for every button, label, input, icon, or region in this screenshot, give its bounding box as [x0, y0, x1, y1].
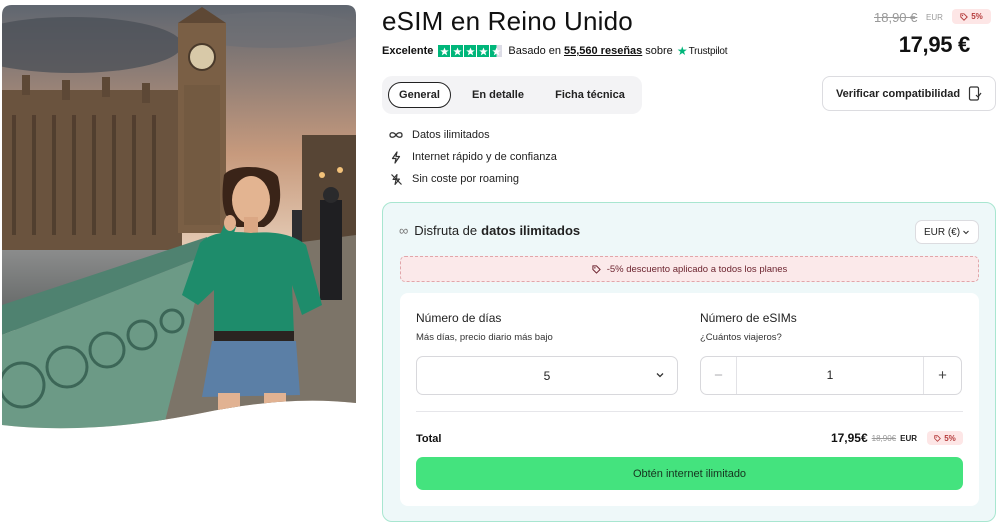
star-icon [464, 45, 477, 57]
star-icon [438, 45, 451, 57]
esims-label: Número de eSIMs [700, 311, 797, 325]
esims-quantity-value[interactable]: 1 [737, 368, 923, 382]
plan-card: ∞ Disfruta de datos ilimitados EUR (€) -… [382, 202, 996, 522]
feature-text: Datos ilimitados [412, 129, 490, 141]
decrement-button[interactable]: − [701, 357, 737, 394]
product-title: eSIM en Reino Unido [382, 6, 633, 36]
total-old-price: 18,90€ [871, 433, 897, 443]
feature-item: Internet rápido y de confianza [388, 146, 557, 168]
days-sublabel: Más días, precio diario más bajo [416, 332, 553, 343]
rating-on-text: sobre [645, 45, 673, 57]
tag-icon [960, 12, 969, 21]
esims-quantity-stepper: − 1 + [700, 356, 962, 395]
total-currency: EUR [900, 433, 917, 443]
half-star-icon [490, 45, 503, 57]
phone-check-icon [968, 86, 982, 101]
tag-icon [592, 264, 601, 274]
days-select[interactable]: 5 [416, 356, 678, 395]
days-label: Número de días [416, 311, 502, 325]
old-price: 18,90 € [874, 10, 918, 25]
plan-heading: ∞ Disfruta de datos ilimitados [399, 223, 580, 238]
tag-icon [934, 434, 942, 442]
discount-badge: 5% [952, 9, 991, 24]
verify-compatibility-button[interactable]: Verificar compatibilidad [822, 76, 996, 111]
currency-value: EUR (€) [923, 226, 961, 238]
chevron-down-icon [656, 373, 664, 378]
divider [416, 411, 963, 412]
tabs-bar: General En detalle Ficha técnica [382, 76, 642, 114]
trustpilot-logo: Trustpilot [688, 45, 728, 57]
lightning-icon [388, 150, 404, 164]
reviews-count-link[interactable]: 55,560 reseñas [564, 45, 642, 57]
plan-heading-bold: datos ilimitados [481, 223, 581, 238]
rating-label: Excelente [382, 45, 434, 57]
get-unlimited-internet-button[interactable]: Obtén internet ilimitado [416, 457, 963, 490]
feature-text: Sin coste por roaming [412, 173, 519, 185]
chevron-down-icon [963, 230, 969, 235]
promo-text: -5% descuento aplicado a todos los plane… [606, 263, 788, 275]
infinity-icon [388, 131, 404, 139]
days-value: 5 [543, 369, 551, 383]
feature-item: Datos ilimitados [388, 124, 557, 146]
infinity-icon: ∞ [399, 223, 409, 238]
total-label: Total [416, 433, 442, 445]
total-discount-badge: 5% [927, 431, 963, 445]
total-price: 17,95€ [830, 431, 868, 445]
no-roaming-icon [388, 173, 404, 186]
promo-banner: -5% descuento aplicado a todos los plane… [400, 256, 979, 282]
total-price-row: 17,95€ 18,90€ EUR 5% [831, 431, 963, 445]
total-discount-text: 5% [944, 433, 956, 443]
feature-list: Datos ilimitados Internet rápido y de co… [388, 124, 557, 190]
feature-text: Internet rápido y de confianza [412, 151, 557, 163]
rating-stars [438, 45, 503, 57]
tab-general[interactable]: General [388, 82, 451, 108]
feature-item: Sin coste por roaming [388, 168, 557, 190]
old-price-currency: EUR [926, 13, 943, 22]
hero-photo [2, 5, 356, 433]
current-price: 17,95 € [898, 32, 971, 57]
increment-button[interactable]: + [923, 357, 961, 394]
esims-sublabel: ¿Cuántos viajeros? [700, 332, 782, 343]
trustpilot-star-icon: ★ [676, 44, 688, 58]
trustpilot-rating[interactable]: Excelente Basado en 55,560 reseñas sobre… [382, 44, 728, 58]
currency-select[interactable]: EUR (€) [915, 220, 979, 244]
star-icon [451, 45, 464, 57]
rating-based-on: Basado en [508, 45, 561, 57]
tab-en-detalle[interactable]: En detalle [460, 82, 536, 108]
tab-ficha-tecnica[interactable]: Ficha técnica [542, 82, 638, 108]
verify-compatibility-label: Verificar compatibilidad [835, 87, 961, 100]
star-icon [477, 45, 490, 57]
plan-heading-prefix: Disfruta de [414, 223, 478, 238]
plan-options-panel: Número de días Más días, precio diario m… [400, 293, 979, 506]
discount-badge-text: 5% [971, 12, 983, 21]
